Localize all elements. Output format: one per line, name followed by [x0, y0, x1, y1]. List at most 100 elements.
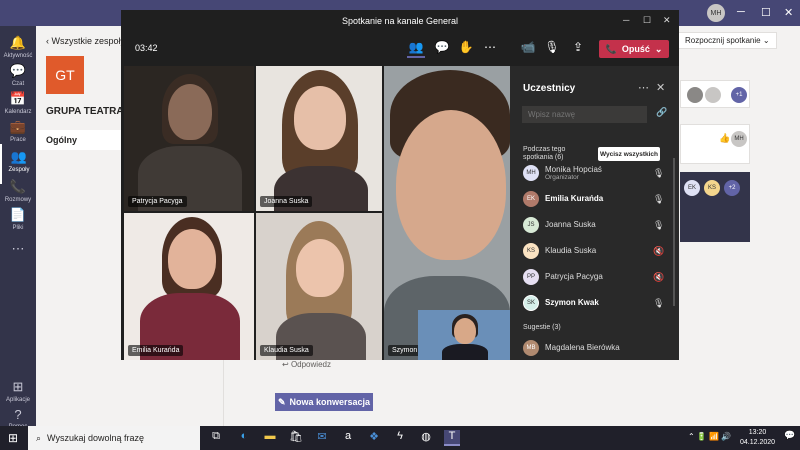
dropbox-icon[interactable]: ❖ — [366, 430, 382, 446]
meeting-toolbar: 03:42 👥 💬 ✋ ⋯ 📹 🎙 ⇪ 📞 Opuść ⌄ — [121, 32, 679, 66]
share-link-icon[interactable]: 🔗 — [656, 107, 667, 118]
post-card: 👍 MH — [680, 124, 750, 164]
avatar — [687, 87, 703, 103]
search-icon: ⌕ — [36, 432, 42, 443]
maximize-icon[interactable]: ☐ — [643, 15, 651, 26]
close-icon[interactable]: ✕ — [663, 15, 671, 26]
participant-row[interactable]: KS Klaudia Suska 🔇 — [520, 239, 670, 265]
participants-icon[interactable]: 👥 — [407, 40, 425, 58]
phone-hangup-icon: 📞 — [605, 43, 617, 54]
section-in-meeting[interactable]: Podczas tego spotkania (6) — [523, 146, 595, 162]
calendar-icon: 📅 — [9, 91, 27, 106]
system-tray-icons[interactable]: ⌃ 🔋 📶 🔊 — [688, 432, 731, 441]
meeting-card: EK KS +2 — [680, 172, 750, 242]
start-meeting-button[interactable]: Rozpocznij spotkanie ⌄ — [678, 32, 777, 49]
rail-more[interactable]: ⋯ — [0, 236, 36, 276]
microphone-icon[interactable]: 🎙 — [543, 40, 561, 58]
scrollbar[interactable] — [673, 158, 675, 306]
participant-row[interactable]: JS Joanna Suska 🎙 — [520, 213, 670, 239]
more-options-icon[interactable]: ⋯ — [638, 81, 649, 94]
reply-link[interactable]: ↩ Odpowiedz — [282, 360, 331, 369]
microphone-muted-icon[interactable]: 🔇 — [653, 272, 664, 283]
meeting-timer: 03:42 — [135, 43, 158, 53]
app-icon[interactable]: ϟ — [392, 430, 408, 446]
raise-hand-icon[interactable]: ✋ — [457, 40, 475, 58]
panel-title: Uczestnicy — [523, 83, 576, 94]
close-icon[interactable]: ✕ — [784, 6, 793, 19]
avatar: KS — [523, 243, 539, 259]
avatar: MB — [523, 340, 539, 356]
mail-icon[interactable]: ✉ — [314, 430, 330, 446]
taskbar-search[interactable]: ⌕ Wyszukaj dowolną frazę — [28, 426, 200, 450]
edge-icon[interactable]: ◐ — [236, 430, 252, 446]
team-name: GRUPA TEATRAL — [46, 106, 130, 117]
tile-name: Joanna Suska — [260, 196, 313, 207]
participant-row[interactable]: SK Szymon Kwak 🎙 — [520, 291, 670, 317]
participant-row[interactable]: MH Monika Hopciaś Organizator 🎙 — [520, 161, 670, 187]
compose-icon: ✎ — [277, 396, 286, 407]
tile-name: Patrycja Pacyga — [128, 196, 187, 207]
video-tile[interactable]: Klaudia Suska — [256, 213, 382, 360]
microphone-muted-icon[interactable]: 🔇 — [653, 246, 664, 257]
avatar: EK — [523, 191, 539, 207]
participant-search-input[interactable] — [522, 106, 647, 123]
back-link[interactable]: ‹ Wszystkie zespoły — [46, 36, 125, 46]
microphone-icon[interactable]: 🎙 — [653, 298, 664, 309]
video-tile[interactable]: Emilia Kurańda — [124, 213, 254, 360]
avatar-more: +2 — [724, 180, 740, 196]
close-panel-icon[interactable]: ✕ — [656, 81, 665, 94]
task-view-icon[interactable]: ⧉ — [208, 430, 224, 446]
participant-row[interactable]: PP Patrycja Pacyga 🔇 — [520, 265, 670, 291]
avatar: JS — [523, 217, 539, 233]
more-icon: ⋯ — [11, 241, 25, 256]
avatar: PP — [523, 269, 539, 285]
avatar: MH — [523, 165, 539, 181]
avatar: MH — [731, 131, 747, 147]
meeting-title: Spotkanie na kanale General — [341, 16, 459, 26]
video-tile[interactable]: Patrycja Pacyga — [124, 66, 254, 211]
participant-row[interactable]: EK Emilia Kurańda 🎙 — [520, 187, 670, 213]
avatar — [705, 87, 721, 103]
phone-icon: 📞 — [9, 179, 27, 194]
app-rail: 🔔 Aktywność 💬 Czat 📅 Kalendarz 💼 Prace 👥 Zesp… — [0, 26, 36, 430]
chevron-down-icon: ⌄ — [654, 43, 663, 54]
suggested-row[interactable]: MB Magdalena Bierówka — [520, 336, 670, 362]
windows-start-icon[interactable]: ⊞ — [8, 431, 18, 445]
microphone-icon[interactable]: 🎙 — [653, 220, 664, 231]
avatar: EK — [684, 180, 700, 196]
participants-panel: Uczestnicy ⋯ ✕ 🔗 Podczas tego spotkania … — [510, 66, 679, 360]
teams-icon: 👥 — [10, 149, 28, 164]
more-actions-icon[interactable]: ⋯ — [481, 40, 499, 58]
user-avatar[interactable]: MH — [707, 4, 725, 22]
amazon-icon[interactable]: a — [340, 430, 356, 446]
minimize-icon[interactable]: ─ — [623, 15, 629, 25]
media-icon[interactable]: ◍ — [418, 430, 434, 446]
self-preview[interactable] — [418, 310, 512, 360]
microphone-icon[interactable]: 🎙 — [653, 194, 664, 205]
clock[interactable]: 13:20 04.12.2020 — [740, 428, 775, 448]
microphone-icon[interactable]: 🎙 — [653, 168, 664, 179]
post-card: +1 — [680, 80, 750, 108]
video-tile[interactable]: Joanna Suska — [256, 66, 382, 211]
notifications-icon[interactable]: 💬 — [782, 430, 798, 446]
bell-icon: 🔔 — [9, 35, 27, 50]
teams-taskbar-icon[interactable]: T — [444, 430, 460, 446]
minimize-icon[interactable]: ─ — [737, 6, 745, 18]
chat-icon[interactable]: 💬 — [433, 40, 451, 58]
meeting-window: Spotkanie na kanale General ─ ☐ ✕ 03:42 … — [121, 10, 679, 360]
section-suggestions[interactable]: Sugestie (3) — [523, 324, 561, 332]
chat-icon: 💬 — [9, 63, 27, 78]
camera-icon[interactable]: 📹 — [519, 40, 537, 58]
share-screen-icon[interactable]: ⇪ — [569, 40, 587, 58]
store-icon[interactable]: 🛍 — [288, 430, 304, 446]
maximize-icon[interactable]: ☐ — [761, 6, 771, 19]
new-conversation-button[interactable]: ✎ Nowa konwersacja — [275, 393, 373, 411]
leave-button[interactable]: 📞 Opuść ⌄ — [599, 40, 669, 58]
count-badge: +1 — [731, 87, 747, 103]
apps-icon: ⊞ — [12, 379, 24, 394]
assignments-icon: 💼 — [9, 119, 27, 134]
file-explorer-icon[interactable]: ▬ — [262, 430, 278, 446]
taskbar: ⊞ ⌕ Wyszukaj dowolną frazę ⧉ ◐ ▬ 🛍 ✉ a ❖ … — [0, 426, 800, 450]
mute-all-button[interactable]: Wycisz wszystkich — [598, 147, 660, 161]
tile-name: Emilia Kurańda — [128, 345, 184, 356]
